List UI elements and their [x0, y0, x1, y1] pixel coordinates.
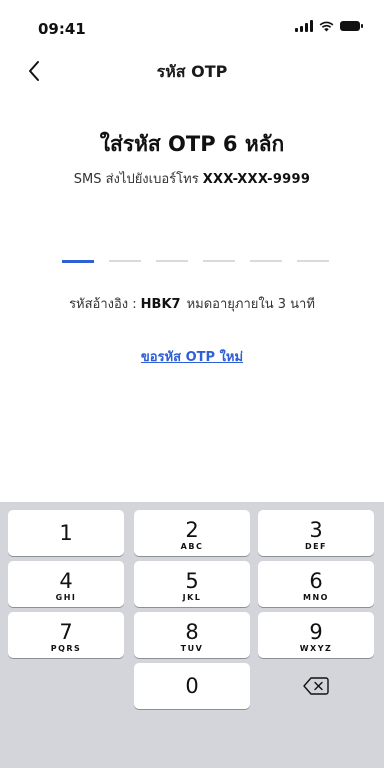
key-3[interactable]: 3 DEF: [258, 510, 374, 556]
key-blank: [8, 663, 124, 709]
key-1[interactable]: 1: [8, 510, 124, 556]
expiry-text: หมดอายุภายใน 3 นาที: [186, 297, 315, 312]
key-5[interactable]: 5 JKL: [134, 561, 250, 607]
key-number: 8: [185, 620, 199, 644]
backspace-icon: [303, 677, 329, 695]
key-number: 3: [309, 518, 323, 542]
reference-code: HBK7: [140, 297, 181, 312]
otp-digit-slot[interactable]: [62, 260, 94, 263]
resend-otp-link[interactable]: ขอรหัส OTP ใหม่: [0, 346, 384, 367]
key-number: 2: [185, 518, 199, 542]
otp-digit-slot[interactable]: [297, 260, 329, 262]
key-letters: PQRS: [50, 644, 82, 653]
key-letters: GHI: [55, 593, 77, 602]
key-letters: WXYZ: [299, 644, 333, 653]
otp-digit-slot[interactable]: [250, 260, 282, 262]
key-letters: TUV: [180, 644, 204, 653]
key-2[interactable]: 2 ABC: [134, 510, 250, 556]
key-4[interactable]: 4 GHI: [8, 561, 124, 607]
otp-digit-slot[interactable]: [109, 260, 141, 262]
status-icons: [295, 20, 363, 32]
status-time: 09:41: [38, 20, 86, 38]
otp-digit-slot[interactable]: [203, 260, 235, 262]
status-bar: 09:41: [0, 0, 384, 50]
key-number: 9: [309, 620, 323, 644]
reference-line: รหัสอ้างอิง : HBK7 หมดอายุภายใน 3 นาที: [0, 293, 384, 314]
masked-phone-number: XXX-XXX-9999: [202, 172, 311, 187]
subtitle-text: SMS ส่งไปยังเบอร์โทร: [73, 172, 199, 187]
backspace-key[interactable]: [258, 663, 374, 709]
key-number: 1: [59, 521, 73, 545]
key-6[interactable]: 6 MNO: [258, 561, 374, 607]
otp-subtitle: SMS ส่งไปยังเบอร์โทร XXX-XXX-9999: [0, 168, 384, 189]
otp-input[interactable]: [62, 260, 329, 263]
signal-icon: [295, 20, 313, 32]
key-number: 0: [185, 674, 199, 698]
reference-label: รหัสอ้างอิง :: [69, 297, 137, 312]
numeric-keypad: 1 2 ABC 3 DEF 4 GHI 5 JKL 6 MNO 7 PQRS 8…: [0, 502, 384, 768]
key-letters: JKL: [182, 593, 202, 602]
key-8[interactable]: 8 TUV: [134, 612, 250, 658]
key-number: 5: [185, 569, 199, 593]
key-letters: DEF: [304, 542, 328, 551]
battery-icon: [340, 21, 363, 31]
key-0[interactable]: 0: [134, 663, 250, 709]
key-7[interactable]: 7 PQRS: [8, 612, 124, 658]
key-number: 4: [59, 569, 73, 593]
key-letters: ABC: [180, 542, 204, 551]
otp-digit-slot[interactable]: [156, 260, 188, 262]
key-letters: MNO: [303, 593, 329, 602]
wifi-icon: [319, 21, 334, 31]
otp-heading: ใส่รหัส OTP 6 หลัก: [99, 132, 285, 156]
key-number: 6: [309, 569, 323, 593]
key-number: 7: [59, 620, 73, 644]
key-9[interactable]: 9 WXYZ: [258, 612, 374, 658]
page-title: รหัส OTP: [156, 62, 228, 81]
